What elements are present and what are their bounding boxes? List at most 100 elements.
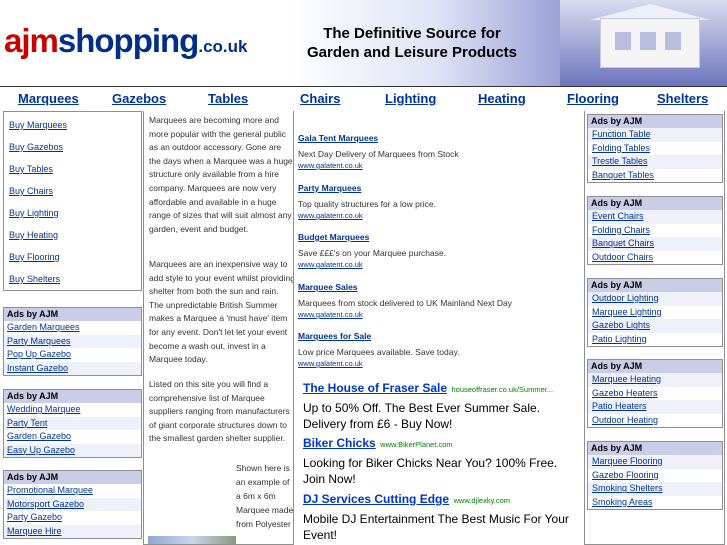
- right-ad-link[interactable]: Folding Tables: [588, 142, 722, 156]
- text-ad: Gala Tent Marquees Next Day Delivery of …: [298, 128, 578, 170]
- right-ad-link[interactable]: Folding Chairs: [588, 224, 722, 238]
- text-ad-url[interactable]: www.galatent.co.uk: [298, 310, 578, 319]
- right-ad-link[interactable]: Banquet Tables: [588, 169, 722, 183]
- right-ads-box-heating: Ads by AJM Marquee Heating Gazebo Heater…: [587, 359, 723, 429]
- left-ad-link[interactable]: Party Marquees: [4, 334, 141, 348]
- right-ad-link[interactable]: Smoking Areas: [588, 496, 722, 510]
- text-ad-title[interactable]: Party Marquees: [298, 183, 361, 193]
- left-ad-link[interactable]: Motorsport Gazebo: [4, 497, 141, 511]
- text-ad-description: Top quality structures for a low price.: [298, 199, 436, 209]
- text-ad-description: Next Day Delivery of Marquees from Stock: [298, 149, 459, 159]
- right-ads-column: Ads by AJM Function Table Folding Tables…: [584, 111, 725, 545]
- left-ad-link[interactable]: Easy Up Gazebo: [4, 443, 141, 457]
- left-ad-link[interactable]: Instant Gazebo: [4, 361, 141, 375]
- left-link-buy-heating[interactable]: Buy Heating: [9, 230, 58, 240]
- right-ad-link[interactable]: Event Chairs: [588, 210, 722, 224]
- sponsored-ad-description: Mobile DJ Entertainment The Best Music F…: [303, 512, 569, 542]
- right-ad-link[interactable]: Gazebo Lights: [588, 319, 722, 333]
- left-ad-link[interactable]: Party Tent: [4, 416, 141, 430]
- text-ad-title[interactable]: Marquees for Sale: [298, 331, 371, 341]
- left-link-buy-lighting[interactable]: Buy Lighting: [9, 208, 59, 218]
- text-ad-description: Marquees from stock delivered to UK Main…: [298, 298, 513, 308]
- right-ad-link[interactable]: Marquee Flooring: [588, 455, 722, 469]
- left-ad-link[interactable]: Garden Marquees: [4, 321, 141, 335]
- sponsored-ad-title[interactable]: The House of Fraser Sale: [303, 381, 447, 395]
- tagline-line-1: The Definitive Source for: [323, 25, 501, 42]
- sponsored-ad-description: Up to 50% Off. The Best Ever Summer Sale…: [303, 401, 540, 431]
- left-link-buy-flooring[interactable]: Buy Flooring: [9, 252, 60, 262]
- text-ad-url[interactable]: www.galatent.co.uk: [298, 211, 578, 220]
- right-ad-link[interactable]: Marquee Heating: [588, 373, 722, 387]
- right-ads-box-lighting: Ads by AJM Outdoor Lighting Marquee Ligh…: [587, 278, 723, 348]
- left-link-buy-tables[interactable]: Buy Tables: [9, 164, 53, 174]
- nav-lighting[interactable]: Lighting: [385, 91, 436, 106]
- right-ads-box-tables: Ads by AJM Function Table Folding Tables…: [587, 114, 723, 184]
- right-ads-box-chairs: Ads by AJM Event Chairs Folding Chairs B…: [587, 196, 723, 266]
- left-link-buy-chairs[interactable]: Buy Chairs: [9, 186, 53, 196]
- left-link-buy-shelters[interactable]: Buy Shelters: [9, 274, 60, 284]
- header-marquee-photo: [560, 0, 727, 86]
- left-ad-link[interactable]: Marquee Hire: [4, 524, 141, 538]
- nav-marquees[interactable]: Marquees: [18, 91, 79, 106]
- right-ad-link[interactable]: Marquee Lighting: [588, 306, 722, 320]
- sponsored-ad: DJ Services Cutting Edge www.djlexky.com…: [303, 490, 578, 543]
- right-ad-link[interactable]: Smoking Shelters: [588, 482, 722, 496]
- buy-links-box: Buy Marquees Buy Gazebos Buy Tables Buy …: [3, 111, 142, 291]
- right-ad-link[interactable]: Outdoor Heating: [588, 414, 722, 428]
- intro-paragraph-1: Marquees are becoming more and more popu…: [149, 115, 293, 234]
- right-ad-link[interactable]: Patio Heaters: [588, 400, 722, 414]
- marquee-example-photo: [148, 536, 236, 544]
- sponsored-ad-site[interactable]: houseoffraser.co.uk/Summer...: [452, 385, 554, 394]
- left-ad-link[interactable]: Pop Up Gazebo: [4, 348, 141, 362]
- nav-chairs[interactable]: Chairs: [300, 91, 340, 106]
- text-ad-url[interactable]: www.galatent.co.uk: [298, 260, 578, 269]
- text-ad: Party Marquees Top quality structures fo…: [298, 178, 578, 220]
- left-ad-link[interactable]: Garden Gazebo: [4, 430, 141, 444]
- right-ad-link[interactable]: Outdoor Chairs: [588, 251, 722, 265]
- sponsored-ad-title[interactable]: DJ Services Cutting Edge: [303, 492, 449, 506]
- text-ad-url[interactable]: www.galatent.co.uk: [298, 359, 578, 368]
- center-ads-column: Gala Tent Marquees Next Day Delivery of …: [295, 111, 581, 545]
- text-ad: Marquee Sales Marquees from stock delive…: [298, 277, 578, 319]
- right-ad-link[interactable]: Banquet Chairs: [588, 237, 722, 251]
- intro-paragraph-2: Marquees are an inexpensive way to add s…: [149, 259, 294, 365]
- sponsored-ad-description: Looking for Biker Chicks Near You? 100% …: [303, 456, 558, 486]
- text-ad-url[interactable]: www.galatent.co.uk: [298, 161, 578, 170]
- left-ad-link[interactable]: Party Gazebo: [4, 511, 141, 525]
- tagline-line-2: Garden and Leisure Products: [306, 44, 518, 61]
- nav-tables[interactable]: Tables: [208, 91, 248, 106]
- text-ad-title[interactable]: Budget Marquees: [298, 232, 369, 242]
- nav-flooring[interactable]: Flooring: [567, 91, 619, 106]
- left-ad-link[interactable]: Promotional Marquee: [4, 484, 141, 498]
- left-ads-box-1: Ads by AJM Garden Marquees Party Marquee…: [3, 307, 142, 376]
- text-ad-title[interactable]: Gala Tent Marquees: [298, 133, 378, 143]
- ads-title: Ads by AJM: [4, 471, 141, 484]
- nav-heating[interactable]: Heating: [478, 91, 526, 106]
- right-ads-box-flooring: Ads by AJM Marquee Flooring Gazebo Floor…: [587, 441, 723, 511]
- right-ad-link[interactable]: Outdoor Lighting: [588, 292, 722, 306]
- logo-shopping: shopping: [57, 22, 199, 59]
- left-ad-link[interactable]: Wedding Marquee: [4, 403, 141, 417]
- site-header: ajmshopping.co.uk The Definitive Source …: [0, 0, 727, 87]
- right-ad-link[interactable]: Function Table: [588, 128, 722, 142]
- nav-gazebos[interactable]: Gazebos: [112, 91, 166, 106]
- site-logo[interactable]: ajmshopping.co.uk: [4, 22, 247, 60]
- left-link-buy-gazebos[interactable]: Buy Gazebos: [9, 142, 63, 152]
- ads-title: Ads by AJM: [588, 442, 722, 455]
- sponsored-ad-title[interactable]: Biker Chicks: [303, 436, 376, 450]
- right-ad-link[interactable]: Gazebo Heaters: [588, 387, 722, 401]
- left-link-buy-marquees[interactable]: Buy Marquees: [9, 120, 67, 130]
- nav-shelters[interactable]: Shelters: [657, 91, 708, 106]
- right-ad-link[interactable]: Gazebo Flooring: [588, 469, 722, 483]
- ads-title: Ads by AJM: [4, 390, 141, 403]
- sponsored-ad-site[interactable]: www.djlexky.com: [454, 496, 511, 505]
- text-ad-title[interactable]: Marquee Sales: [298, 282, 358, 292]
- sponsored-ad-site[interactable]: www.BikerPlanet.com: [380, 440, 453, 449]
- text-ad-description: Low price Marquees available. Save today…: [298, 347, 460, 357]
- right-ad-link[interactable]: Trestle Tables: [588, 155, 722, 169]
- text-ad-description: Save £££'s on your Marquee purchase.: [298, 248, 447, 258]
- right-ad-link[interactable]: Patio Lighting: [588, 333, 722, 347]
- photo-caption: Shown here is an example of a 6m x 6m Ma…: [236, 463, 294, 529]
- ads-title: Ads by AJM: [588, 360, 722, 373]
- ads-title: Ads by AJM: [588, 115, 722, 128]
